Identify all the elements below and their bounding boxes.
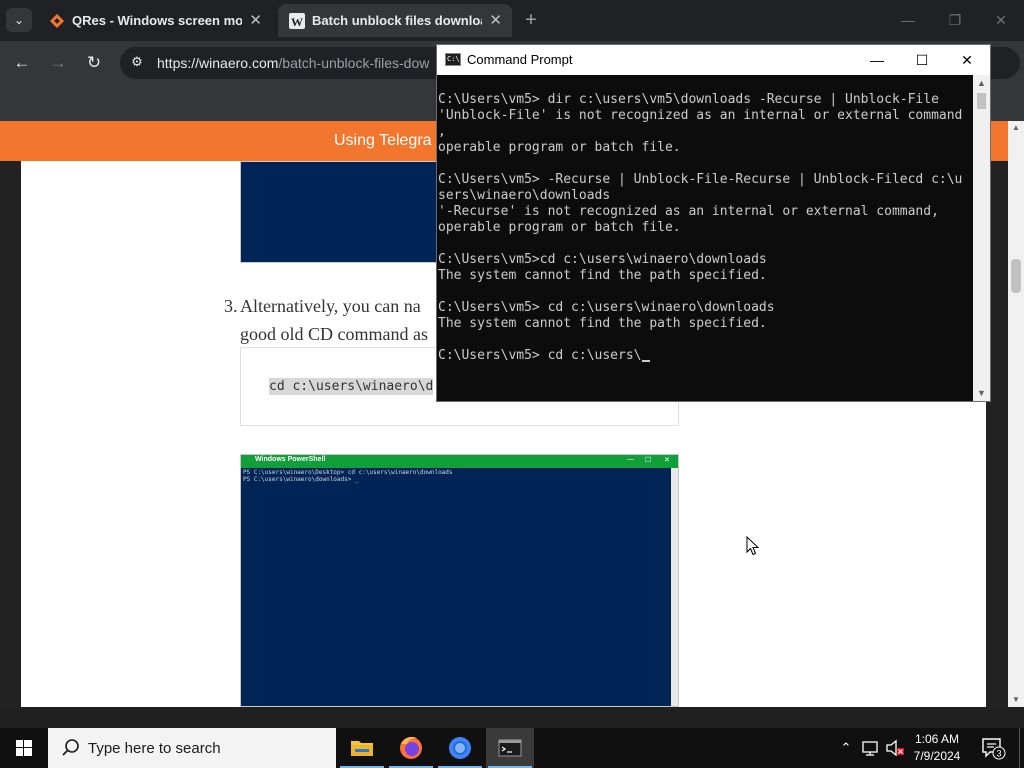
ps-close-icon: ✕ (664, 457, 670, 464)
command-prompt-window[interactable]: C:\ Command Prompt — ☐ ✕ C:\Users\vm5> d… (436, 44, 991, 402)
scroll-down-arrow-icon[interactable]: ▼ (1008, 693, 1024, 707)
cmd-scroll-up-icon[interactable]: ▲ (973, 75, 990, 91)
cmd-output-line: The system cannot find the path specifie… (438, 268, 767, 283)
ps-line: PS C:\users\winaero\Desktop> cd c:\users… (243, 469, 453, 476)
taskbar: Type here to search ⌃ 1:06 AM 7/9/2024 3 (0, 728, 1024, 768)
url-domain: https://winaero.com (157, 55, 279, 71)
clock-time: 1:06 AM (914, 732, 960, 746)
mouse-pointer-icon (746, 536, 760, 556)
cmd-output-line: sers\winaero\downloads (438, 188, 611, 203)
cmd-output-line: '-Recurse' is not recognized as an inter… (438, 204, 939, 219)
restore-button[interactable]: ❐ (940, 9, 970, 31)
taskbar-file-explorer[interactable] (338, 728, 386, 768)
back-button[interactable]: ← (10, 51, 34, 75)
minimize-button[interactable]: — (893, 9, 923, 31)
action-center-button[interactable]: 3 (980, 736, 1006, 760)
powershell-title: Windows PowerShell (255, 456, 326, 463)
cmd-output-line: C:\Users\vm5> dir c:\users\vm5\downloads… (438, 92, 939, 107)
step-text-line2: good old CD command as (240, 324, 428, 344)
tab-qres[interactable]: QRes - Windows screen mode ✕ (38, 4, 272, 37)
cmd-scroll-thumb[interactable] (977, 93, 986, 109)
cmd-output-line: C:\Users\vm5> cd c:\users\ (438, 348, 642, 363)
taskbar-command-prompt[interactable] (486, 728, 534, 768)
windows-start-icon[interactable] (0, 728, 48, 768)
url-text[interactable]: https://winaero.com/batch-unblock-files-… (157, 55, 429, 71)
cmd-maximize-button[interactable]: ☐ (899, 45, 945, 75)
tab-close-icon[interactable]: ✕ (249, 4, 262, 37)
ps-minimize-icon: — (627, 456, 634, 463)
browser-tab-bar: ⌄ QRes - Windows screen mode ✕ W Batch u… (0, 0, 1024, 41)
scroll-up-arrow-icon[interactable]: ▲ (1008, 121, 1024, 135)
code-text[interactable]: cd c:\users\winaero\d (269, 378, 434, 395)
ps-scrollbar (671, 468, 678, 706)
cmd-output-line: 'Unblock-File' is not recognized as an i… (438, 108, 963, 123)
cmd-console[interactable]: C:\Users\vm5> dir c:\users\vm5\downloads… (437, 75, 973, 401)
cmd-output-line: , (438, 124, 446, 139)
new-tab-button[interactable]: + (520, 7, 542, 33)
text-cursor (641, 360, 650, 362)
search-icon (62, 739, 79, 756)
page-scrollbar[interactable]: ▲ ▼ (1008, 121, 1024, 707)
notification-icon: 3 (982, 738, 1006, 760)
site-info-icon[interactable]: ⚙ (128, 54, 146, 72)
ps-maximize-icon: ☐ (645, 457, 652, 464)
powershell-screenshot: Windows PowerShell — ☐ ✕ PS C:\users\win… (240, 454, 679, 707)
tab-batch-unblock[interactable]: W Batch unblock files downloade ✕ (278, 4, 512, 37)
tab-title: QRes - Windows screen mode (72, 13, 242, 28)
tab-list-button[interactable]: ⌄ (6, 8, 32, 32)
winaero-favicon-icon: W (289, 13, 305, 29)
tab-title: Batch unblock files downloade (312, 13, 482, 28)
volume-muted-icon[interactable] (884, 728, 906, 768)
close-button[interactable]: ✕ (986, 9, 1016, 31)
cmd-output-line: C:\Users\vm5> -Recurse | Unblock-File-Re… (438, 172, 963, 187)
banner-text: Using Telegra (334, 132, 432, 149)
cmd-output-line: operable program or batch file. (438, 220, 681, 235)
cmd-output-line: C:\Users\vm5>cd c:\users\winaero\downloa… (438, 252, 767, 267)
powershell-title-bar: Windows PowerShell — ☐ ✕ (241, 455, 678, 468)
cmd-output-line: C:\Users\vm5> cd c:\users\winaero\downlo… (438, 300, 775, 315)
forward-button[interactable]: → (46, 51, 70, 75)
clock-date: 7/9/2024 (913, 749, 961, 763)
cmd-minimize-button[interactable]: — (854, 45, 900, 75)
cmd-close-button[interactable]: ✕ (944, 45, 990, 75)
cmd-output-line: operable program or batch file. (438, 140, 681, 155)
search-placeholder: Type here to search (88, 740, 221, 757)
url-path: /batch-unblock-files-dow (278, 55, 430, 71)
cmd-scroll-down-icon[interactable]: ▼ (973, 385, 990, 401)
taskbar-search-box[interactable]: Type here to search (48, 728, 336, 768)
firefox-icon (400, 736, 422, 759)
show-desktop-button[interactable] (1019, 728, 1024, 768)
qres-favicon-icon (49, 13, 65, 29)
chrome-icon (449, 737, 471, 759)
svg-text:W: W (291, 15, 303, 29)
desktop: ⌄ QRes - Windows screen mode ✕ W Batch u… (0, 0, 1024, 768)
cmd-title: Command Prompt (467, 52, 573, 67)
scrollbar-thumb[interactable] (1011, 259, 1021, 293)
tab-close-icon[interactable]: ✕ (489, 4, 502, 37)
network-icon[interactable] (860, 728, 882, 768)
step-text-line1: Alternatively, you can na (240, 296, 421, 316)
step-number: 3. (224, 296, 238, 316)
cmd-output-line: The system cannot find the path specifie… (438, 316, 767, 331)
tray-overflow-chevron-icon[interactable]: ⌃ (836, 728, 856, 768)
ps-line: PS C:\users\winaero\downloads> _ (243, 476, 359, 483)
notification-count: 3 (996, 749, 1001, 759)
taskbar-firefox[interactable] (387, 728, 435, 768)
cmd-scrollbar[interactable]: ▲ ▼ (973, 75, 990, 401)
file-explorer-icon (351, 741, 373, 756)
taskbar-chrome[interactable] (436, 728, 484, 768)
terminal-icon (498, 739, 522, 757)
cmd-app-icon: C:\ (445, 53, 461, 66)
cmd-title-bar[interactable]: C:\ Command Prompt — ☐ ✕ (437, 45, 990, 75)
reload-button[interactable]: ↻ (82, 51, 106, 75)
system-clock[interactable]: 1:06 AM 7/9/2024 (904, 731, 970, 765)
